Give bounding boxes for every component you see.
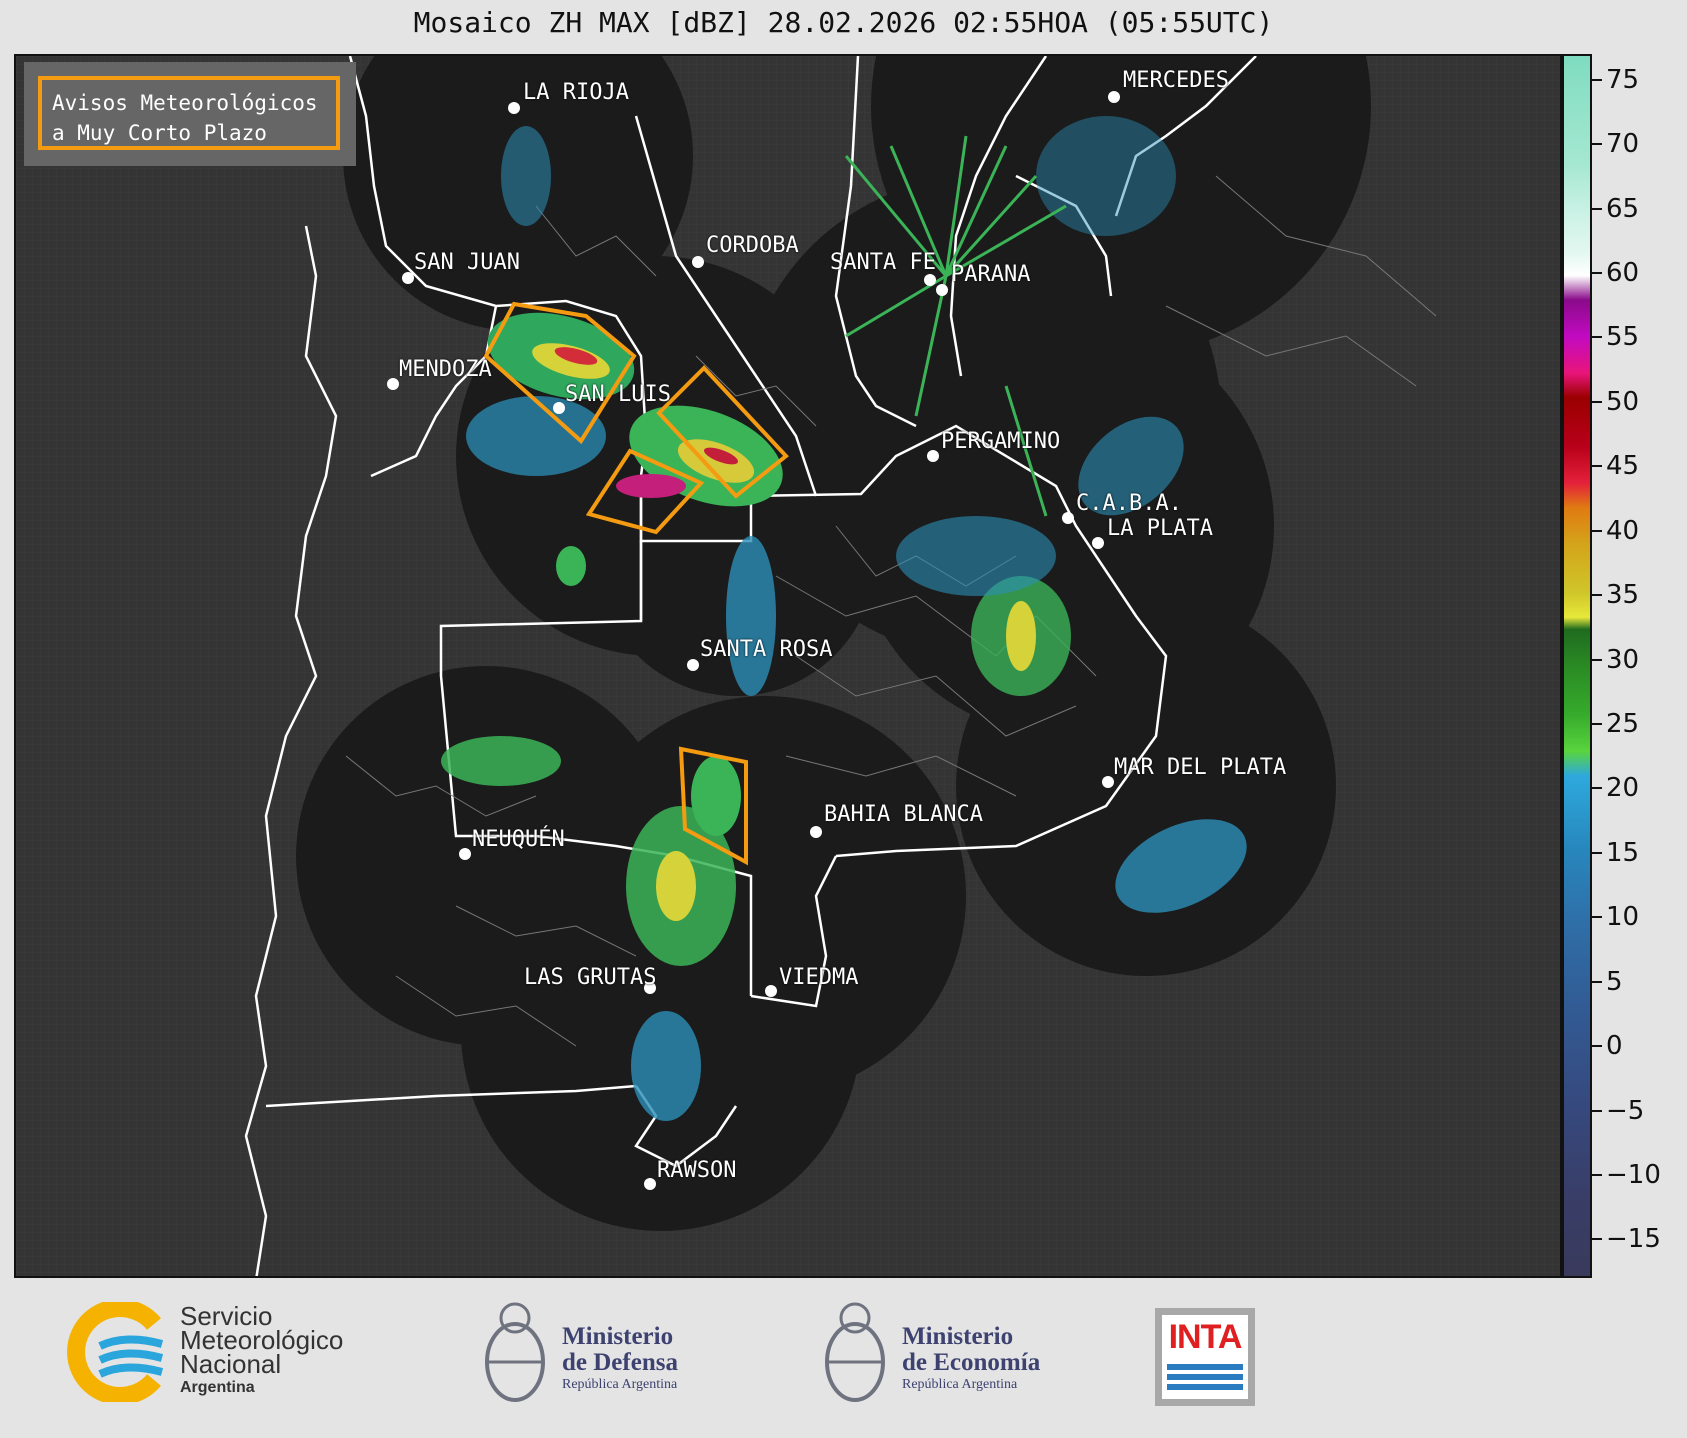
smn-line3: Nacional [180,1349,282,1379]
city-marker [644,1178,656,1190]
city-marker [936,284,948,296]
city-marker [1102,776,1114,788]
colorbar-tick-label: 60 [1606,258,1640,289]
warning-legend-line1: Avisos Meteorológicos [52,91,318,115]
defensa-line2: de Defensa [562,1349,678,1376]
city-marker [765,985,777,997]
colorbar-tick-label: 20 [1606,773,1640,804]
city-label-rawson: RAWSON [657,1158,737,1183]
city-label-las-grutas: LAS GRUTAS [524,965,657,990]
city-label-caba: C.A.B.A. [1076,491,1182,516]
map-title: Mosaico ZH MAX [dBZ] 28.02.2026 02:55HOA… [413,6,1274,39]
city-label-san-luis: SAN LUIS [565,382,671,407]
colorbar-tick [1592,207,1602,210]
colorbar-tick-label: 5 [1606,966,1623,997]
smn-logo-icon [67,1302,164,1402]
city-marker [692,256,704,268]
coat-of-arms-icon [825,1302,885,1402]
colorbar-tick-label: −10 [1606,1159,1661,1190]
city-marker [810,826,822,838]
colorbar-tick [1592,336,1602,339]
colorbar-tick-label: 25 [1606,708,1640,739]
economia-logo-text: Ministerio de Economía República Argenti… [902,1324,1040,1394]
colorbar-tick-label: 30 [1606,644,1640,675]
dbz-colorbar [1562,54,1592,1278]
city-marker [402,272,414,284]
city-marker [1108,91,1120,103]
defensa-logo-text: Ministerio de Defensa República Argentin… [562,1324,678,1394]
colorbar-tick-label: 55 [1606,322,1640,353]
city-label-cordoba: CORDOBA [706,233,799,258]
city-marker [1092,537,1104,549]
city-marker [687,659,699,671]
colorbar-tick [1592,916,1602,919]
city-label-mendoza: MENDOZA [399,357,492,382]
economia-line3: República Argentina [902,1377,1018,1392]
colorbar-tick-label: 70 [1606,129,1640,160]
city-label-santa-fe: SANTA FE [830,250,936,275]
city-marker [508,102,520,114]
coat-of-arms-icon [485,1302,545,1402]
colorbar-tick [1592,594,1602,597]
inta-logo: INTA [1155,1308,1255,1406]
city-marker [387,378,399,390]
city-label-la-rioja: LA RIOJA [523,80,629,105]
city-label-pergamino: PERGAMINO [941,429,1061,454]
colorbar-tick [1592,465,1602,468]
colorbar-tick-label: 15 [1606,837,1640,868]
smn-line4: Argentina [180,1379,255,1396]
colorbar-tick-label: −15 [1606,1224,1661,1255]
city-marker [553,402,565,414]
defensa-line3: República Argentina [562,1377,678,1392]
colorbar-tick [1592,1173,1602,1176]
economia-line2: de Economía [902,1349,1041,1376]
city-label-san-juan: SAN JUAN [414,250,520,275]
colorbar-tick [1592,787,1602,790]
city-marker [924,274,936,286]
colorbar-tick [1592,1238,1602,1241]
colorbar-tick-label: 65 [1606,193,1640,224]
colorbar-tick-label: 0 [1606,1031,1623,1062]
colorbar-tick [1592,529,1602,532]
warning-legend: Avisos Meteorológicos a Muy Corto Plazo [24,62,356,166]
city-marker [1062,512,1074,524]
colorbar-tick [1592,1109,1602,1112]
colorbar-tick-label: 10 [1606,902,1640,933]
city-label-la-plata: LA PLATA [1107,516,1213,541]
city-label-santa-rosa: SANTA ROSA [700,637,833,662]
colorbar-tick [1592,78,1602,81]
warning-legend-frame: Avisos Meteorológicos a Muy Corto Plazo [38,76,340,150]
warning-legend-line2: a Muy Corto Plazo [52,121,267,145]
smn-logo-text: Servicio Meteorológico Nacional Argentin… [180,1303,343,1400]
colorbar-tick [1592,851,1602,854]
colorbar-tick [1592,272,1602,275]
colorbar-tick [1592,980,1602,983]
colorbar-tick-label: 35 [1606,580,1640,611]
colorbar-tick [1592,143,1602,146]
defensa-line1: Ministerio [562,1323,674,1350]
city-marker [459,848,471,860]
colorbar-tick [1592,658,1602,661]
city-label-parana: PARANA [951,262,1031,287]
city-label-neuquen: NEUQUÉN [472,827,565,852]
colorbar-tick-label: 45 [1606,451,1640,482]
city-label-mar-del-plata: MAR DEL PLATA [1114,755,1287,780]
colorbar-tick-label: 40 [1606,515,1640,546]
colorbar-tick-label: 50 [1606,386,1640,417]
colorbar-tick [1592,722,1602,725]
radar-map[interactable]: Avisos Meteorológicos a Muy Corto Plazo … [14,54,1562,1278]
colorbar-tick [1592,1045,1602,1048]
city-marker [927,450,939,462]
economia-line1: Ministerio [902,1323,1014,1350]
colorbar-tick-label: −5 [1606,1095,1645,1126]
footer-logos: Servicio Meteorológico Nacional Argentin… [0,1278,1687,1438]
city-label-viedma: VIEDMA [779,965,859,990]
colorbar-tick [1592,400,1602,403]
city-label-mercedes: MERCEDES [1123,68,1229,93]
city-label-bahia-blanca: BAHIA BLANCA [824,802,983,827]
colorbar-tick-label: 75 [1606,64,1640,95]
inta-logo-text: INTA [1168,1318,1243,1356]
